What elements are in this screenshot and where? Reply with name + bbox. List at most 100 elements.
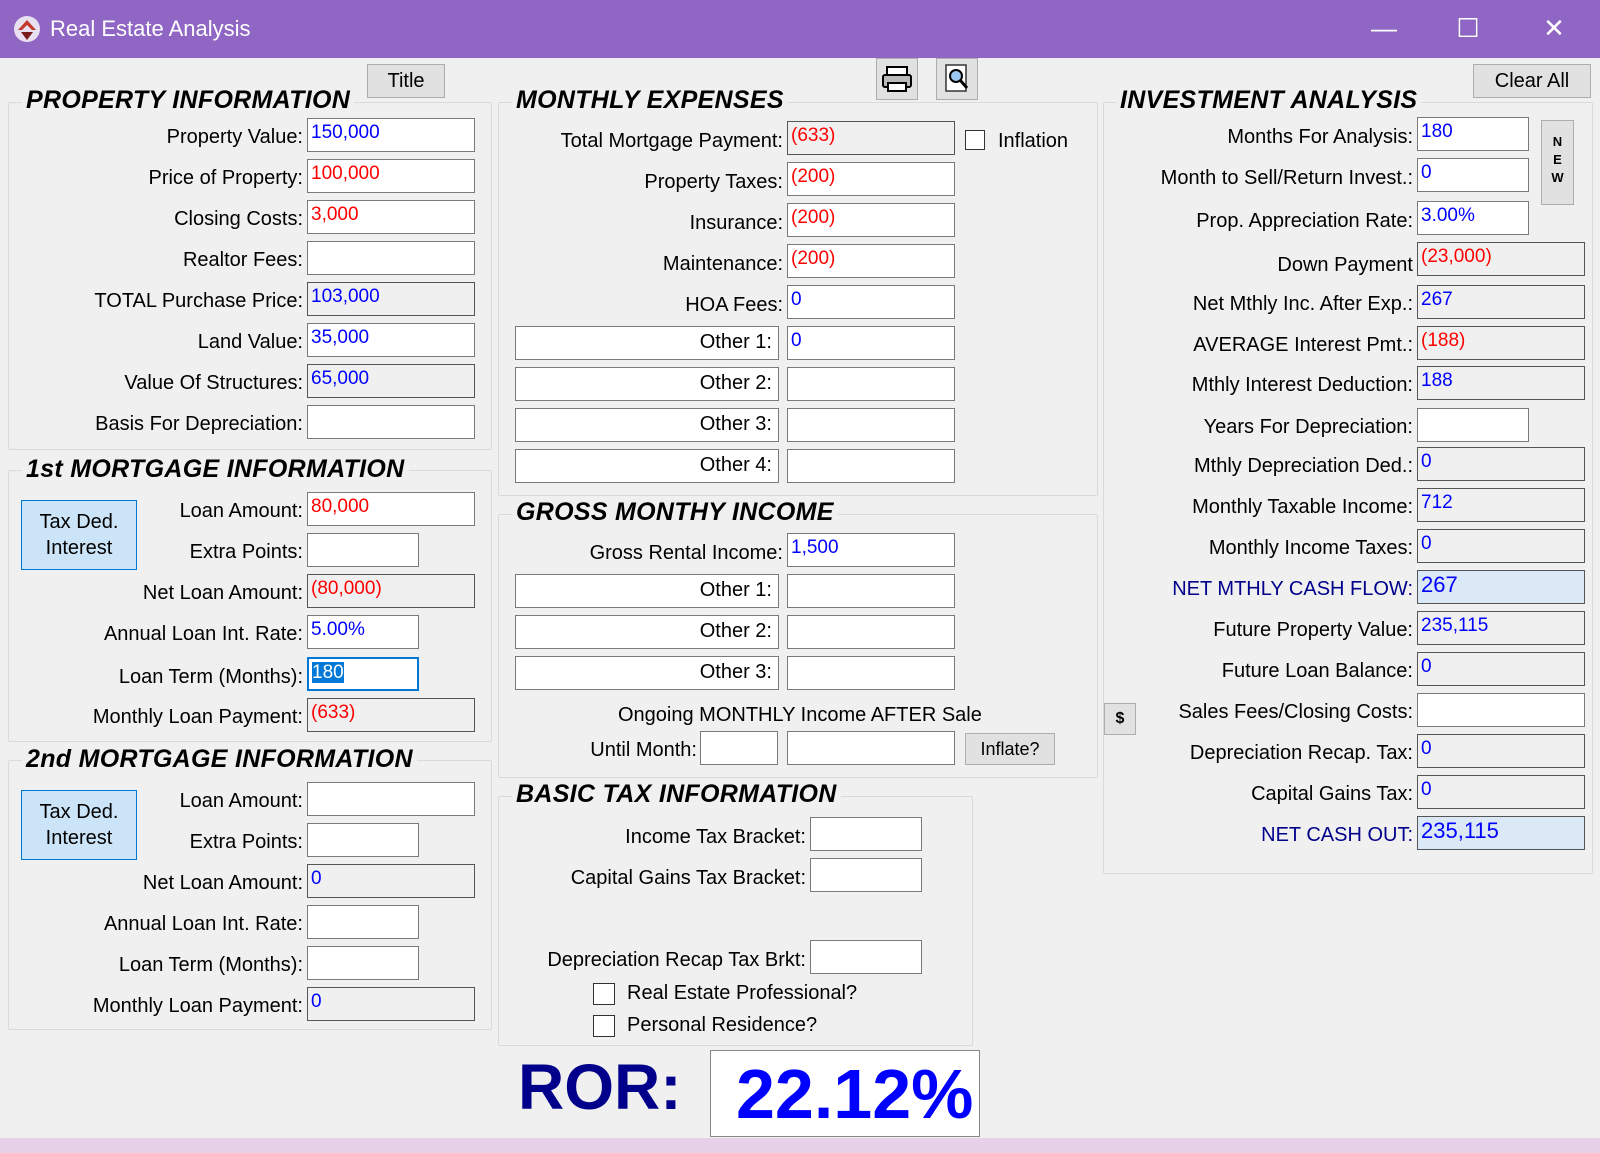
expense-other4-field[interactable] — [787, 449, 955, 483]
ror-value: 22.12% — [736, 1055, 974, 1133]
mortgage2-tax-deduct-button[interactable]: Tax Ded. Interest — [21, 790, 137, 860]
print-button[interactable] — [876, 58, 918, 100]
until-month-label: Until Month: — [590, 739, 697, 761]
future-property-value-label: Future Property Value: — [1213, 619, 1413, 641]
m1-loan-term-selected-text: 180 — [312, 662, 344, 683]
expense-other3-field[interactable] — [787, 408, 955, 442]
new-letter-e: E — [1553, 152, 1562, 167]
capital-gains-bracket-label: Capital Gains Tax Bracket: — [570, 867, 806, 889]
inflation-checkbox[interactable] — [965, 130, 985, 150]
month-to-sell-label: Month to Sell/Return Invest.: — [1160, 167, 1413, 189]
value-of-structures-field: 65,000 — [307, 364, 475, 398]
mortgage1-tax-deduct-button[interactable]: Tax Ded. Interest — [21, 500, 137, 570]
total-purchase-price-label: TOTAL Purchase Price: — [94, 290, 303, 312]
re-professional-checkbox[interactable] — [593, 983, 615, 1005]
personal-residence-checkbox[interactable] — [593, 1015, 615, 1037]
expense-other3-label[interactable]: Other 3: — [515, 408, 779, 442]
expense-other2-label[interactable]: Other 2: — [515, 367, 779, 401]
property-heading: PROPERTY INFORMATION — [22, 86, 355, 115]
income-other2-label[interactable]: Other 2: — [515, 615, 779, 649]
m1-net-loan-amount-label: Net Loan Amount: — [142, 582, 303, 604]
gross-rental-income-field[interactable]: 1,500 — [787, 533, 955, 567]
income-other1-field[interactable] — [787, 574, 955, 608]
income-other2-field[interactable] — [787, 615, 955, 649]
realtor-fees-field[interactable] — [307, 241, 475, 275]
appreciation-rate-field[interactable]: 3.00% — [1417, 201, 1529, 235]
minimize-button[interactable]: — — [1364, 10, 1404, 46]
new-letter-w: W — [1551, 170, 1564, 185]
years-depreciation-field[interactable] — [1417, 408, 1529, 442]
price-of-property-label: Price of Property: — [148, 167, 303, 189]
new-letter-n: N — [1552, 134, 1563, 149]
depreciation-recap-bracket-label: Depreciation Recap Tax Brkt: — [547, 949, 806, 971]
m2-annual-rate-field[interactable] — [307, 905, 419, 939]
future-loan-balance-field: 0 — [1417, 652, 1585, 686]
property-value-field[interactable]: 150,000 — [307, 118, 475, 152]
ror-label: ROR: — [518, 1051, 682, 1123]
interest-deduction-label: Mthly Interest Deduction: — [1191, 374, 1413, 396]
inflate-button[interactable]: Inflate? — [965, 733, 1055, 765]
print-preview-button[interactable] — [936, 58, 978, 100]
income-other1-label[interactable]: Other 1: — [515, 574, 779, 608]
income-taxes-field: 0 — [1417, 529, 1585, 563]
income-other3-label[interactable]: Other 3: — [515, 656, 779, 690]
m1-extra-points-field[interactable] — [307, 533, 419, 567]
expense-other1-label[interactable]: Other 1: — [515, 326, 779, 360]
months-for-analysis-field[interactable]: 180 — [1417, 117, 1529, 151]
sales-fees-dollar-button[interactable]: $ — [1104, 703, 1136, 735]
mortgage2-heading: 2nd MORTGAGE INFORMATION — [22, 745, 417, 774]
expense-other4-label[interactable]: Other 4: — [515, 449, 779, 483]
down-payment-label: Down Payment — [1277, 254, 1413, 276]
investment-heading: INVESTMENT ANALYSIS — [1116, 86, 1422, 115]
depreciation-recap-bracket-field[interactable] — [810, 940, 922, 974]
sales-fees-field[interactable] — [1417, 693, 1585, 727]
basis-for-depreciation-field[interactable] — [307, 405, 475, 439]
m1-annual-rate-field[interactable]: 5.00% — [307, 615, 419, 649]
land-value-field[interactable]: 35,000 — [307, 323, 475, 357]
expense-other1-field[interactable]: 0 — [787, 326, 955, 360]
inflation-label: Inflation — [998, 130, 1069, 152]
property-taxes-field[interactable]: (200) — [787, 162, 955, 196]
title-button[interactable]: Title — [367, 64, 445, 98]
total-purchase-price-field: 103,000 — [307, 282, 475, 316]
m1-loan-amount-field[interactable]: 80,000 — [307, 492, 475, 526]
clear-all-button[interactable]: Clear All — [1473, 64, 1591, 98]
income-other3-field[interactable] — [787, 656, 955, 690]
expense-other2-field[interactable] — [787, 367, 955, 401]
mortgage1-heading: 1st MORTGAGE INFORMATION — [22, 455, 409, 484]
title-bar: Real Estate Analysis — ☐ ✕ — [0, 0, 1600, 58]
depreciation-recap-tax-label: Depreciation Recap. Tax: — [1189, 742, 1413, 764]
maximize-button[interactable]: ☐ — [1448, 10, 1488, 46]
m2-loan-term-field[interactable] — [307, 946, 419, 980]
hoa-fees-field[interactable]: 0 — [787, 285, 955, 319]
new-button[interactable]: N E W — [1541, 120, 1574, 205]
month-to-sell-field[interactable]: 0 — [1417, 158, 1529, 192]
taxable-income-field: 712 — [1417, 488, 1585, 522]
sales-fees-label: Sales Fees/Closing Costs: — [1178, 701, 1413, 723]
m2-loan-amount-field[interactable] — [307, 782, 475, 816]
closing-costs-field[interactable]: 3,000 — [307, 200, 475, 234]
personal-residence-label: Personal Residence? — [627, 1014, 818, 1036]
m1-loan-term-field[interactable]: 180 — [307, 657, 419, 691]
m1-net-loan-amount-field: (80,000) — [307, 574, 475, 608]
years-depreciation-label: Years For Depreciation: — [1203, 416, 1413, 438]
m2-extra-points-field[interactable] — [307, 823, 419, 857]
insurance-field[interactable]: (200) — [787, 203, 955, 237]
ongoing-income-field[interactable] — [787, 731, 955, 765]
net-mthly-income-label: Net Mthly Inc. After Exp.: — [1192, 293, 1413, 315]
app-logo-icon — [14, 16, 40, 42]
m1-loan-amount-label: Loan Amount: — [179, 500, 303, 522]
capital-gains-bracket-field[interactable] — [810, 858, 922, 892]
basis-for-depreciation-label: Basis For Depreciation: — [95, 413, 303, 435]
capital-gains-tax-field: 0 — [1417, 775, 1585, 809]
close-button[interactable]: ✕ — [1534, 10, 1574, 46]
capital-gains-tax-label: Capital Gains Tax: — [1251, 783, 1413, 805]
m2-net-loan-amount-label: Net Loan Amount: — [142, 872, 303, 894]
until-month-field[interactable] — [700, 731, 778, 765]
price-of-property-field[interactable]: 100,000 — [307, 159, 475, 193]
m1-monthly-payment-field: (633) — [307, 698, 475, 732]
insurance-label: Insurance: — [689, 212, 783, 234]
m2-loan-amount-label: Loan Amount: — [179, 790, 303, 812]
income-tax-bracket-field[interactable] — [810, 817, 922, 851]
maintenance-field[interactable]: (200) — [787, 244, 955, 278]
